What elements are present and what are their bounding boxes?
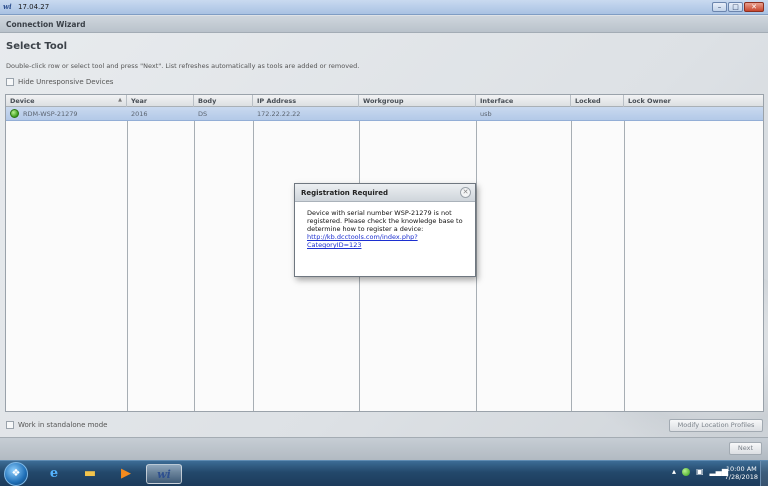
- dialog-title: Registration Required: [301, 189, 388, 197]
- modify-location-profiles-button[interactable]: Modify Location Profiles: [669, 419, 763, 432]
- wizard-footer: [0, 437, 768, 460]
- file-explorer-icon[interactable]: ▬: [76, 464, 104, 484]
- close-button[interactable]: ✕: [744, 2, 764, 12]
- wi-app-taskbar-icon[interactable]: wi: [146, 464, 182, 484]
- dialog-body: Device with serial number WSP-21279 is n…: [295, 202, 475, 256]
- minimize-button[interactable]: –: [712, 2, 727, 12]
- system-tray: ▴ ▣ ▂▄▆: [672, 467, 728, 476]
- column-header-interface[interactable]: Interface: [476, 95, 571, 107]
- cell-interface: usb: [480, 110, 492, 118]
- cell-ip-address: 172.22.22.22: [257, 110, 301, 118]
- show-desktop-button[interactable]: [760, 461, 768, 486]
- dialog-close-icon[interactable]: ✕: [460, 187, 471, 198]
- dialog-message: Device with serial number WSP-21279 is n…: [307, 209, 463, 233]
- column-header-year[interactable]: Year: [127, 95, 194, 107]
- page-title: Select Tool: [6, 41, 68, 52]
- column-header-ip-address[interactable]: IP Address: [253, 95, 359, 107]
- clock-time: 10:00 AM: [725, 465, 757, 473]
- media-player-icon[interactable]: ▶: [112, 464, 140, 484]
- window-title: 17.04.27: [18, 3, 50, 11]
- action-center-icon[interactable]: ▣: [696, 467, 704, 476]
- instructions-text: Double-click row or select tool and pres…: [6, 62, 360, 70]
- column-header-lock-owner[interactable]: Lock Owner: [624, 95, 765, 107]
- column-divider: [127, 107, 128, 411]
- internet-explorer-icon[interactable]: e: [40, 464, 68, 484]
- cell-year: 2016: [131, 110, 148, 118]
- cell-locked: [571, 107, 624, 121]
- column-header-device[interactable]: Device ▲: [6, 95, 127, 107]
- dialog-titlebar: Registration Required ✕: [295, 184, 475, 202]
- column-divider: [476, 107, 477, 411]
- window-controls: – □ ✕: [712, 2, 764, 12]
- registration-required-dialog: Registration Required ✕ Device with seri…: [294, 183, 476, 277]
- window-titlebar: wi 17.04.27 – □ ✕: [0, 0, 768, 15]
- knowledge-base-link[interactable]: http://kb.dcctools.com/index.php? Categor…: [307, 233, 463, 249]
- standalone-mode-checkbox[interactable]: [6, 421, 14, 429]
- tray-expand-icon[interactable]: ▴: [672, 467, 676, 476]
- hide-unresponsive-checkbox[interactable]: [6, 78, 14, 86]
- table-row[interactable]: RDM-WSP-21279 2016 DS 172.22.22.22 usb: [6, 107, 763, 121]
- clock-date: 7/28/2018: [724, 473, 758, 481]
- column-header-body[interactable]: Body: [194, 95, 253, 107]
- wizard-header: Connection Wizard: [0, 16, 768, 33]
- cell-workgroup: [359, 107, 476, 121]
- column-header-locked[interactable]: Locked: [571, 95, 624, 107]
- online-status-icon: [10, 109, 19, 118]
- hide-unresponsive-label: Hide Unresponsive Devices: [18, 78, 114, 86]
- maximize-button[interactable]: □: [728, 2, 743, 12]
- app-logo-icon: wi: [3, 2, 12, 11]
- column-divider: [624, 107, 625, 411]
- column-header-workgroup[interactable]: Workgroup: [359, 95, 476, 107]
- cell-body: DS: [198, 110, 208, 118]
- standalone-mode-label: Work in standalone mode: [18, 421, 108, 429]
- table-header: Device ▲ Year Body IP Address Workgroup I…: [6, 95, 763, 107]
- windows-start-icon[interactable]: ❖: [4, 462, 28, 486]
- column-divider: [253, 107, 254, 411]
- network-status-icon[interactable]: [681, 467, 690, 476]
- hide-unresponsive-option[interactable]: Hide Unresponsive Devices: [6, 78, 113, 86]
- taskbar-clock[interactable]: 10:00 AM 7/28/2018: [725, 465, 758, 481]
- column-divider: [571, 107, 572, 411]
- column-divider: [194, 107, 195, 411]
- standalone-mode-option[interactable]: Work in standalone mode: [6, 421, 107, 429]
- cell-lock-owner: [624, 107, 765, 121]
- taskbar: ❖ e ▬ ▶ wi ▴ ▣ ▂▄▆ 10:00 AM 7/28/2018: [0, 460, 768, 486]
- next-button[interactable]: Next: [729, 442, 762, 455]
- sort-ascending-icon: ▲: [118, 97, 122, 103]
- cell-device: RDM-WSP-21279: [6, 107, 127, 121]
